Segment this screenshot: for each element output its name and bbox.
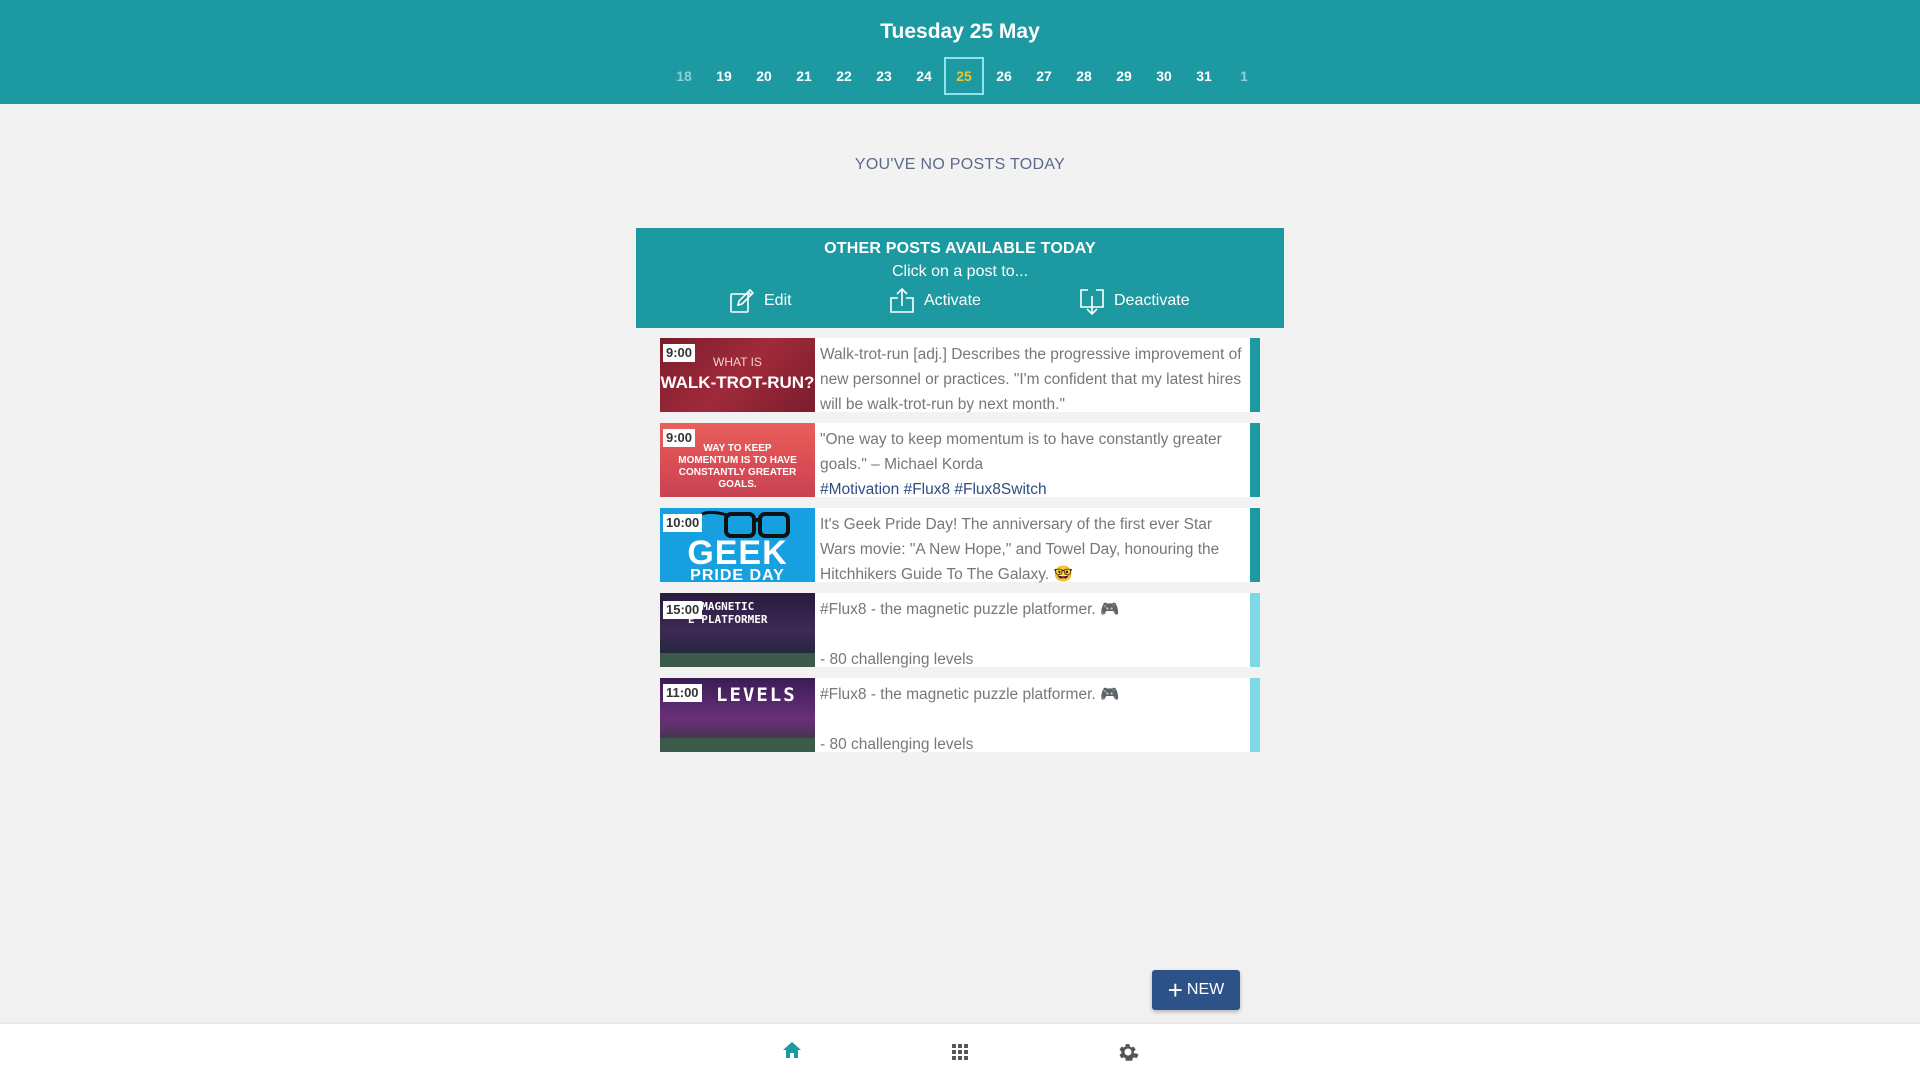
post-item[interactable]: E MAGNETIC E PLATFORMER 15:00 #Flux8 - t… [660,593,1260,668]
day-29[interactable]: 29 [1104,57,1144,95]
header-bar: Tuesday 25 May 18 19 20 21 22 23 24 25 2… [0,0,1920,104]
day-19[interactable]: 19 [704,57,744,95]
thumbnail-text: LEVELS [716,684,797,706]
thumbnail-text: WAY TO KEEP MOMENTUM IS TO HAVE CONSTANT… [678,443,797,490]
edit-action[interactable]: Edit [728,287,792,315]
post-thumbnail: GEEK PRIDE DAY 10:00 [660,508,815,582]
post-text: Walk-trot-run [adj.] Describes the progr… [820,342,1245,417]
activate-label: Activate [924,292,981,309]
post-thumbnail: LEVELS 11:00 [660,678,815,752]
other-posts-panel: OTHER POSTS AVAILABLE TODAY Click on a p… [636,228,1284,328]
date-title: Tuesday 25 May [880,20,1040,43]
day-21[interactable]: 21 [784,57,824,95]
day-18[interactable]: 18 [664,57,704,95]
upload-icon [890,287,914,313]
status-bar-inactive [1250,678,1260,752]
day-27[interactable]: 27 [1024,57,1064,95]
status-bar-active [1250,508,1260,582]
other-posts-title: OTHER POSTS AVAILABLE TODAY [824,240,1096,257]
day-30[interactable]: 30 [1144,57,1184,95]
deactivate-label: Deactivate [1114,292,1190,309]
post-item[interactable]: WHAT IS WALK-TROT-RUN? 9:00 Walk-trot-ru… [660,338,1260,413]
bottom-nav [0,1024,1920,1080]
platform-strip [660,653,815,667]
post-thumbnail: WHAT IS WALK-TROT-RUN? 9:00 [660,338,815,412]
post-time: 10:00 [663,514,703,532]
post-item[interactable]: WAY TO KEEP MOMENTUM IS TO HAVE CONSTANT… [660,423,1260,498]
day-20[interactable]: 20 [744,57,784,95]
post-text: It's Geek Pride Day! The anniversary of … [820,512,1245,587]
no-posts-message: YOU'VE NO POSTS TODAY [854,156,1066,173]
home-icon[interactable] [780,1038,804,1062]
post-text: #Flux8 - the magnetic puzzle platformer.… [820,597,1245,672]
post-body-line2: - 80 challenging levels [820,651,974,668]
day-24[interactable]: 24 [904,57,944,95]
day-28[interactable]: 28 [1064,57,1104,95]
post-thumbnail: WAY TO KEEP MOMENTUM IS TO HAVE CONSTANT… [660,423,815,497]
thumbnail-text: PRIDE DAY [690,567,785,583]
status-bar-inactive [1250,593,1260,667]
post-body: It's Geek Pride Day! The anniversary of … [820,516,1220,583]
post-body: #Flux8 - the magnetic puzzle platformer.… [820,601,1120,618]
post-item[interactable]: GEEK PRIDE DAY 10:00 It's Geek Pride Day… [660,508,1260,583]
post-time: 15:00 [663,601,703,619]
new-post-button[interactable]: + NEW [1152,970,1240,1010]
post-time: 9:00 [663,429,696,447]
post-body: #Flux8 - the magnetic puzzle platformer.… [820,686,1120,703]
day-strip: 18 19 20 21 22 23 24 25 26 27 28 29 30 3… [664,57,1264,95]
plus-icon: + [1167,975,1183,1005]
post-text: #Flux8 - the magnetic puzzle platformer.… [820,682,1245,757]
platform-strip [660,738,815,752]
status-bar-active [1250,423,1260,497]
other-posts-subtitle: Click on a post to... [891,263,1029,280]
thumbnail-text: GEEK [687,534,788,572]
edit-icon [730,288,755,313]
post-time: 9:00 [663,344,696,362]
post-item[interactable]: LEVELS 11:00 #Flux8 - the magnetic puzzl… [660,678,1260,753]
day-26[interactable]: 26 [984,57,1024,95]
thumbnail-text: WALK-TROT-RUN? [660,373,815,392]
status-bar-active [1250,338,1260,412]
gear-icon[interactable] [1116,1040,1140,1064]
post-body-line2: - 80 challenging levels [820,736,974,753]
deactivate-action[interactable]: Deactivate [1078,287,1190,315]
day-25-selected[interactable]: 25 [944,57,984,95]
post-time: 11:00 [663,684,702,702]
grid-icon[interactable] [948,1040,972,1064]
post-body: "One way to keep momentum is to have con… [820,431,1222,473]
post-tags: #Motivation #Flux8 #Flux8Switch [820,481,1047,498]
download-icon [1080,289,1104,315]
day-23[interactable]: 23 [864,57,904,95]
new-button-label: NEW [1186,981,1225,998]
post-thumbnail: E MAGNETIC E PLATFORMER 15:00 [660,593,815,667]
edit-label: Edit [764,292,792,309]
activate-action[interactable]: Activate [888,287,981,315]
day-1[interactable]: 1 [1224,57,1264,95]
day-22[interactable]: 22 [824,57,864,95]
day-31[interactable]: 31 [1184,57,1224,95]
post-text: "One way to keep momentum is to have con… [820,427,1245,502]
post-body: Walk-trot-run [adj.] Describes the progr… [820,346,1242,413]
